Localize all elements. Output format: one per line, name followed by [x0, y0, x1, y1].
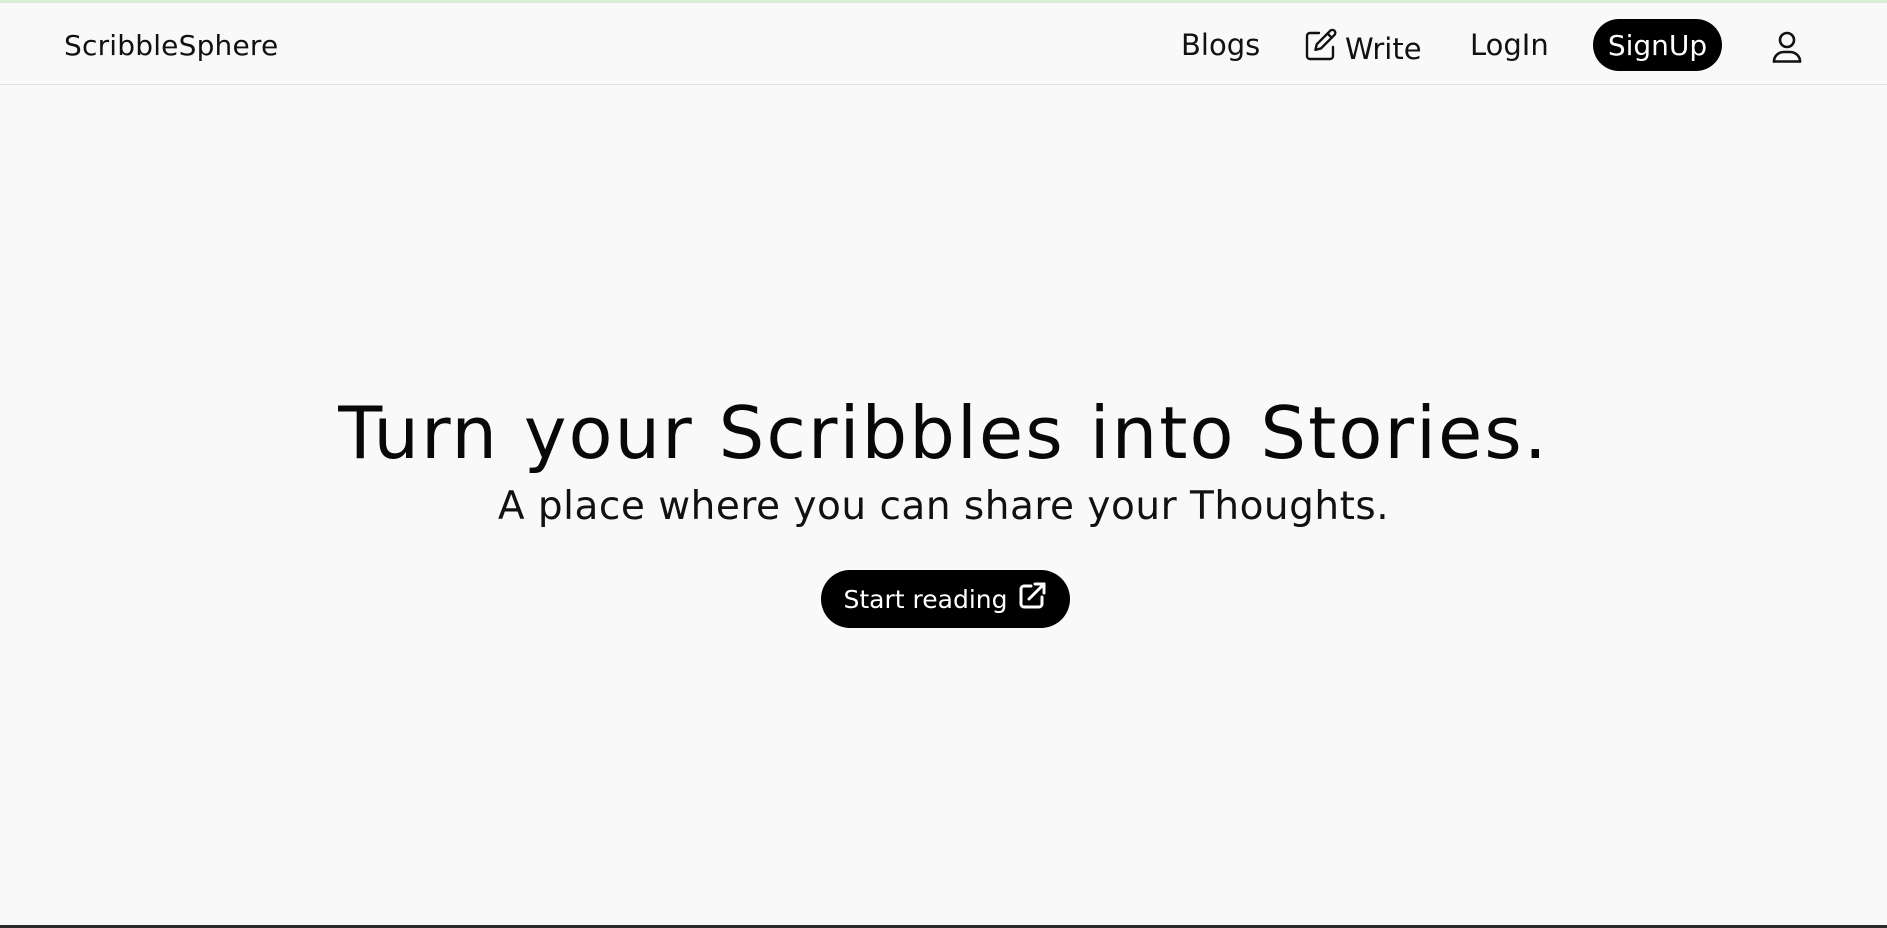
- nav-link-write[interactable]: Write: [1303, 27, 1422, 70]
- nav-write-label: Write: [1345, 31, 1422, 66]
- hero-title: Turn your Scribbles into Stories.: [338, 391, 1549, 475]
- start-reading-button[interactable]: Start reading: [821, 570, 1070, 628]
- external-link-icon: [1017, 581, 1047, 617]
- signup-button[interactable]: SignUp: [1593, 19, 1722, 71]
- pencil-square-icon: [1303, 27, 1339, 70]
- navbar: ScribbleSphere Blogs Write LogIn SignUp: [0, 3, 1887, 85]
- user-icon[interactable]: [1771, 30, 1803, 64]
- nav-link-login[interactable]: LogIn: [1470, 28, 1549, 62]
- hero-subtitle: A place where you can share your Thought…: [497, 484, 1390, 529]
- start-reading-label: Start reading: [843, 584, 1008, 614]
- hero-section: Turn your Scribbles into Stories. A plac…: [0, 390, 1887, 532]
- brand-logo-text[interactable]: ScribbleSphere: [64, 29, 278, 62]
- nav-link-blogs[interactable]: Blogs: [1181, 28, 1260, 62]
